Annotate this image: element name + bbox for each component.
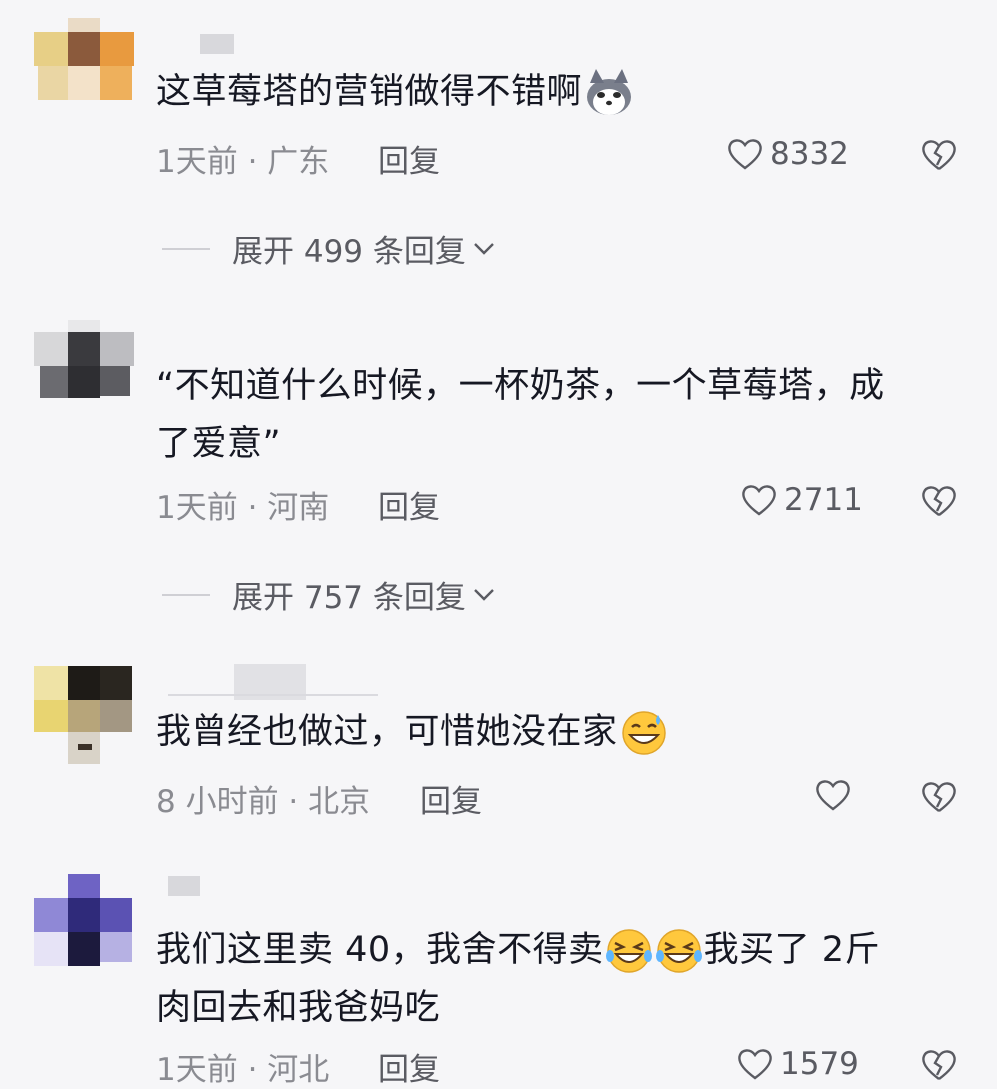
- heart-outline-icon: [728, 139, 762, 170]
- comment-text: 我曾经也做过，可惜她没在家: [156, 702, 668, 762]
- dislike-broken-heart-icon[interactable]: [920, 780, 958, 814]
- username-blurred[interactable]: [200, 34, 234, 54]
- like-button[interactable]: 1579: [736, 1046, 859, 1082]
- comment-meta: 1天前 · 河南: [156, 490, 330, 526]
- grinning-sweat-emoji: [621, 711, 666, 755]
- reply-button[interactable]: 回复: [420, 776, 482, 821]
- like-count: 1579: [780, 1046, 859, 1082]
- husky-dog-emoji: [587, 69, 632, 115]
- username-blurred[interactable]: [168, 876, 200, 896]
- username-blurred: [168, 694, 378, 696]
- comment-text: 这草莓塔的营销做得不错啊: [156, 62, 634, 122]
- comment-text: 我们这里卖 40，我舍不得卖 我买了 2斤 肉回去和我爸妈吃: [156, 920, 880, 1038]
- heart-outline-icon: [816, 780, 850, 811]
- dislike-broken-heart-icon[interactable]: [920, 1048, 958, 1082]
- expand-replies[interactable]: 展开 757 条回复: [162, 572, 496, 617]
- expand-replies[interactable]: 展开 499 条回复: [162, 226, 496, 271]
- avatar[interactable]: [34, 312, 134, 412]
- comment-meta: 1天前 · 广东: [156, 144, 330, 180]
- like-button[interactable]: 8332: [726, 136, 849, 172]
- heart-outline-icon: [742, 485, 776, 516]
- like-button[interactable]: 2711: [740, 482, 863, 518]
- avatar[interactable]: [34, 874, 134, 974]
- like-count: 8332: [770, 136, 849, 172]
- rolling-laughing-emoji: [655, 929, 702, 973]
- divider-line: [162, 247, 210, 250]
- like-count: 2711: [784, 482, 863, 518]
- avatar[interactable]: [34, 18, 134, 118]
- chevron-down-icon: [474, 588, 494, 601]
- divider-line: [162, 593, 210, 596]
- avatar[interactable]: [34, 660, 134, 764]
- reply-button[interactable]: 回复: [378, 482, 440, 527]
- reply-button[interactable]: 回复: [378, 136, 440, 181]
- dislike-broken-heart-icon[interactable]: [920, 138, 958, 172]
- rolling-laughing-emoji: [605, 929, 652, 973]
- like-button[interactable]: [814, 778, 858, 812]
- dislike-broken-heart-icon[interactable]: [920, 484, 958, 518]
- reply-button[interactable]: 回复: [378, 1044, 440, 1089]
- chevron-down-icon: [474, 242, 494, 255]
- comment-text: “不知道什么时候，一杯奶茶，一个草莓塔，成 了爱意”: [156, 366, 885, 464]
- comment-meta: 8 小时前 · 北京: [156, 784, 371, 820]
- heart-outline-icon: [738, 1049, 772, 1080]
- comment-meta: 1天前 · 河北: [156, 1052, 330, 1088]
